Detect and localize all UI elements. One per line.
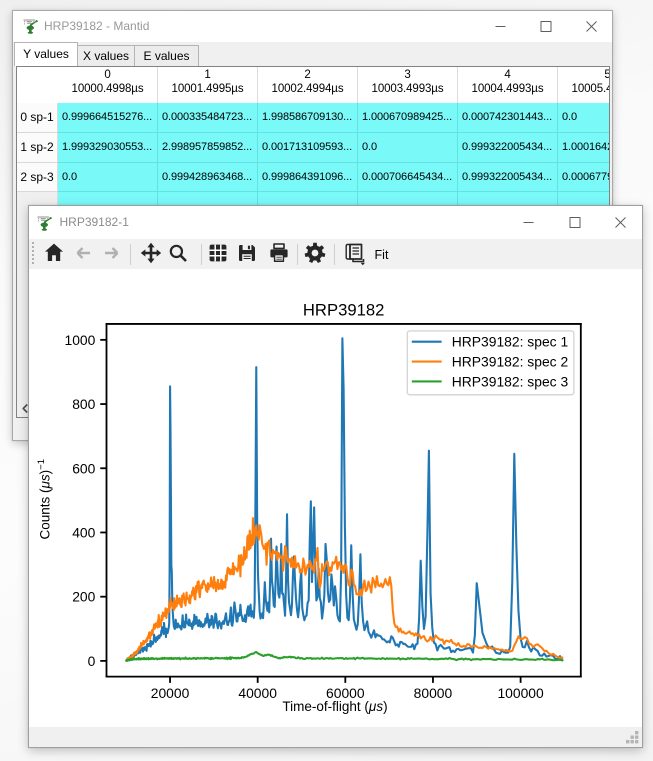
svg-text:HRP39182: spec 2: HRP39182: spec 2 [451, 353, 568, 369]
svg-text:800: 800 [72, 396, 95, 412]
svg-text:0: 0 [87, 653, 95, 669]
svg-text:HRP39182: HRP39182 [302, 301, 383, 320]
svg-text:HRP39182: spec 1: HRP39182: spec 1 [451, 334, 568, 350]
svg-text:1000: 1000 [64, 332, 95, 348]
svg-text:400: 400 [72, 525, 95, 541]
svg-text:200: 200 [72, 589, 95, 605]
svg-text:HRP39182: spec 3: HRP39182: spec 3 [451, 373, 568, 389]
svg-text:600: 600 [72, 460, 95, 476]
